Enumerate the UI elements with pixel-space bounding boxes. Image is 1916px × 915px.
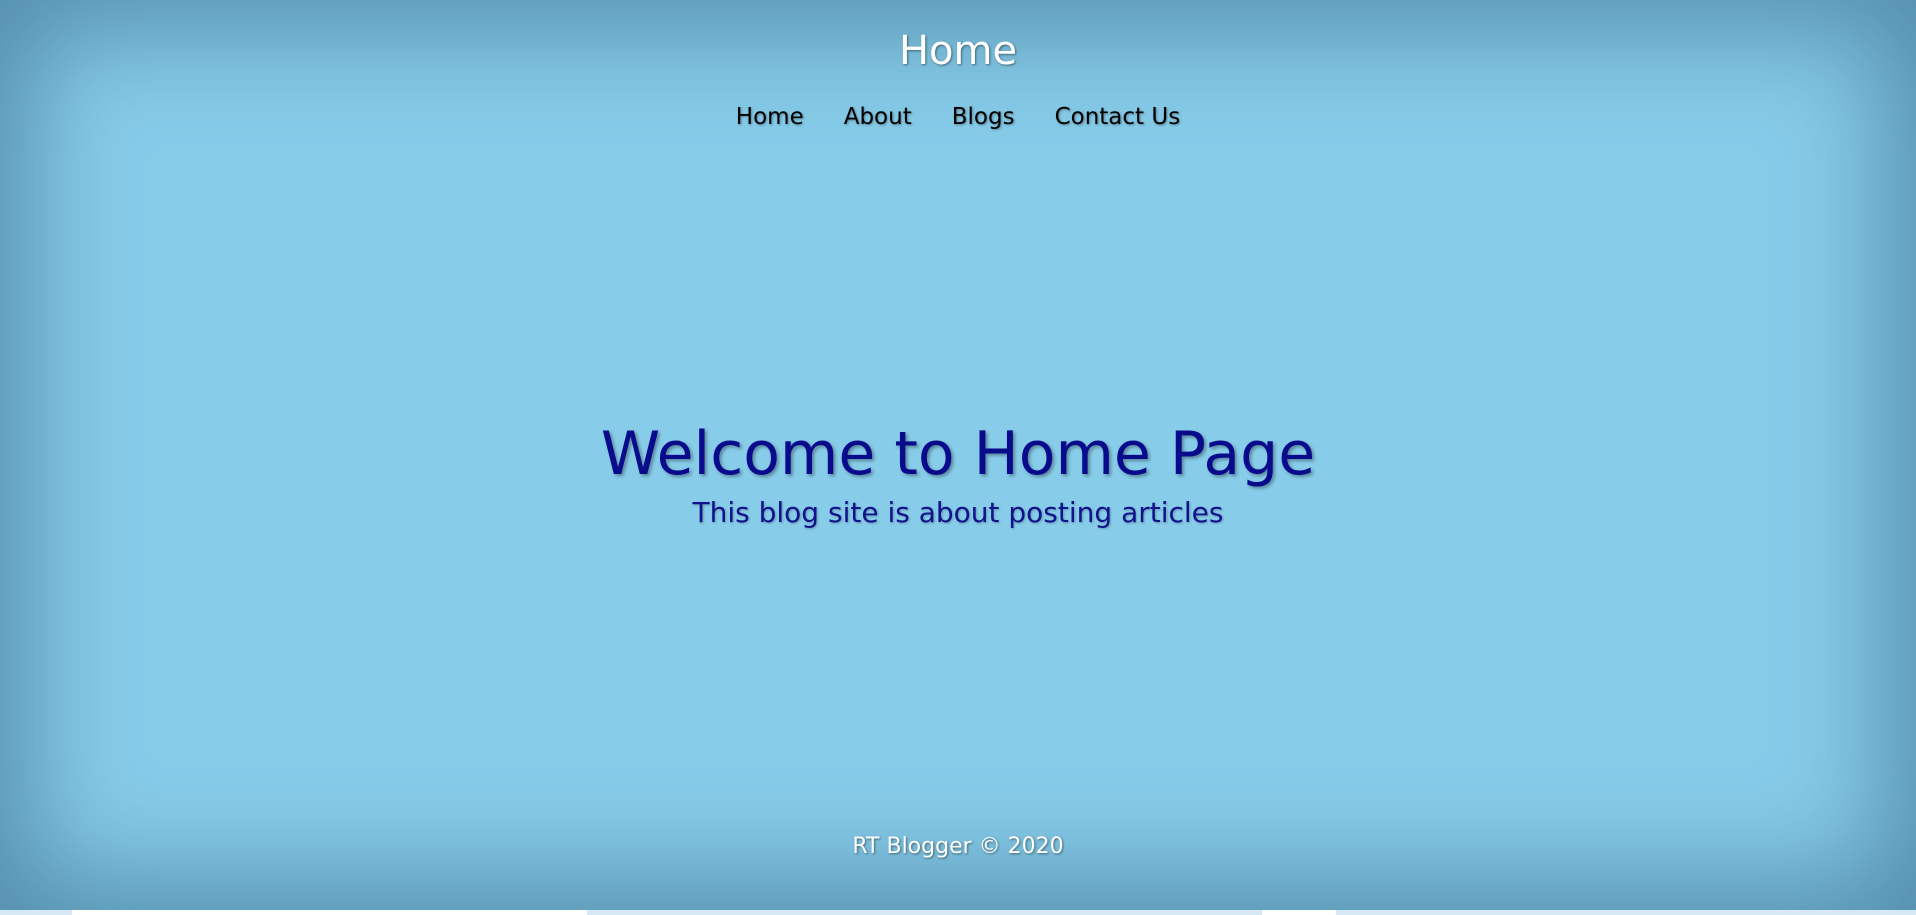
hero-title: Welcome to Home Page [600,419,1316,489]
hero-subtitle: This blog site is about posting articles [692,496,1224,529]
page-background: Home Home About Blogs Contact Us Welcome… [0,0,1916,910]
nav-link-contact-us[interactable]: Contact Us [1055,104,1181,130]
nav-link-home[interactable]: Home [736,104,804,130]
hero-section: Welcome to Home Page This blog site is a… [0,418,1916,529]
main-nav: Home About Blogs Contact Us [0,104,1916,130]
page-title: Home [898,28,1018,74]
footer-text: RT Blogger © 2020 [852,834,1064,859]
nav-link-about[interactable]: About [844,104,912,130]
bottom-strip [0,910,1916,915]
strip-segment [1262,910,1336,915]
nav-link-blogs[interactable]: Blogs [952,104,1015,130]
strip-segment [72,910,587,915]
